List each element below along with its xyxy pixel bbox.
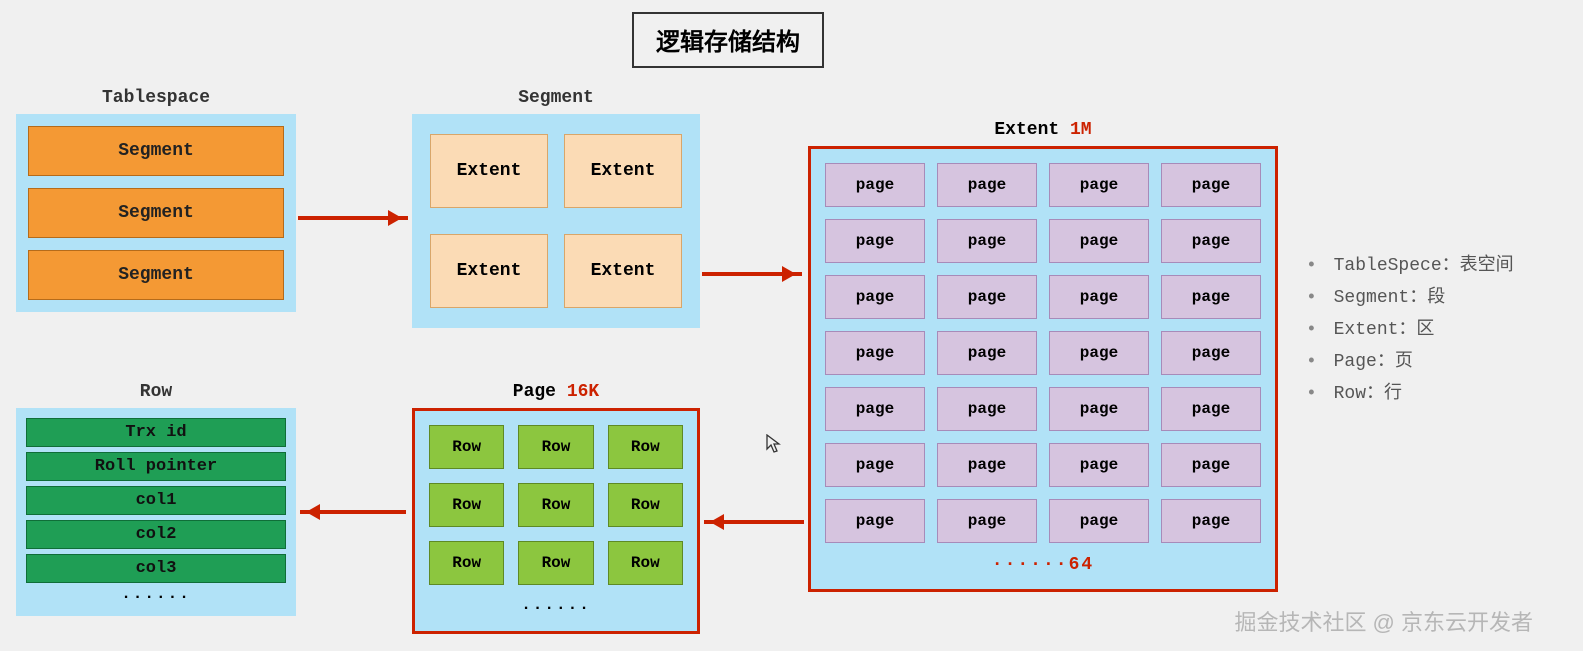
segment-box: Segment <box>28 188 284 238</box>
extent-group: Extent 1M pagepagepagepagepagepagepagepa… <box>808 120 1278 592</box>
row-box: Row <box>608 541 683 585</box>
page-box: page <box>1049 331 1149 375</box>
page-box: page <box>1049 499 1149 543</box>
row-field: col3 <box>26 554 286 583</box>
page-box: page <box>1161 163 1261 207</box>
page-title: Page 16K <box>412 382 700 402</box>
extent-box: Extent <box>430 234 548 308</box>
page-box: page <box>1161 443 1261 487</box>
page-box: page <box>937 275 1037 319</box>
row-box: Row <box>429 483 504 527</box>
legend-item: TableSpece：表空间 <box>1306 250 1514 276</box>
legend-item: Extent：区 <box>1306 314 1514 340</box>
row-body: Trx id Roll pointer col1 col2 col3 ·····… <box>16 408 296 616</box>
row-box: Row <box>518 425 593 469</box>
row-label: Row <box>16 382 296 402</box>
page-box: page <box>1161 499 1261 543</box>
page-body: Row Row Row Row Row Row Row Row Row ······ <box>412 408 700 634</box>
page-box: page <box>937 387 1037 431</box>
page-box: page <box>1049 443 1149 487</box>
row-field: col1 <box>26 486 286 515</box>
row-box: Row <box>608 425 683 469</box>
row-field: Trx id <box>26 418 286 447</box>
row-box: Row <box>518 541 593 585</box>
segment-label: Segment <box>412 88 700 108</box>
segment-group: Segment Extent Extent Extent Extent <box>412 88 700 328</box>
extent-box: Extent <box>430 134 548 208</box>
page-box: page <box>1049 163 1149 207</box>
page-box: page <box>1161 219 1261 263</box>
page-box: page <box>825 387 925 431</box>
page-box: page <box>1161 275 1261 319</box>
row-box: Row <box>608 483 683 527</box>
page-box: page <box>825 331 925 375</box>
arrow-extent-to-page <box>704 520 804 524</box>
row-box: Row <box>429 541 504 585</box>
page-box: page <box>825 219 925 263</box>
page-size: 16K <box>567 382 599 402</box>
page-group: Page 16K Row Row Row Row Row Row Row Row Row ····… <box>412 382 700 634</box>
page-ellipsis: ······ <box>429 599 683 617</box>
diagram-title: 逻辑存储结构 <box>632 12 824 68</box>
extent-box: Extent <box>564 134 682 208</box>
arrow-segment-to-extent <box>702 272 802 276</box>
legend: TableSpece：表空间 Segment：段 Extent：区 Page：页… <box>1306 250 1514 410</box>
extent-title-label: Extent <box>994 120 1059 140</box>
page-box: page <box>937 163 1037 207</box>
page-box: page <box>825 443 925 487</box>
page-title-label: Page <box>513 382 556 402</box>
page-box: page <box>825 499 925 543</box>
arrow-tablespace-to-segment <box>298 216 408 220</box>
arrow-page-to-row <box>300 510 406 514</box>
row-box: Row <box>518 483 593 527</box>
tablespace-group: Tablespace Segment Segment Segment <box>16 88 296 312</box>
segment-box: Segment <box>28 250 284 300</box>
page-box: page <box>825 275 925 319</box>
page-box: page <box>937 219 1037 263</box>
page-box: page <box>937 443 1037 487</box>
page-box: page <box>1049 219 1149 263</box>
legend-item: Row：行 <box>1306 378 1514 404</box>
row-field: Roll pointer <box>26 452 286 481</box>
page-box: page <box>1161 331 1261 375</box>
page-box: page <box>825 163 925 207</box>
legend-item: Page：页 <box>1306 346 1514 372</box>
tablespace-body: Segment Segment Segment <box>16 114 296 312</box>
row-field: col2 <box>26 520 286 549</box>
page-box: page <box>1049 387 1149 431</box>
extent-title: Extent 1M <box>808 120 1278 140</box>
row-ellipsis: ······ <box>26 588 286 606</box>
legend-item: Segment：段 <box>1306 282 1514 308</box>
extent-box: Extent <box>564 234 682 308</box>
page-box: page <box>1161 387 1261 431</box>
watermark: 掘金技术社区 @ 京东云开发者 <box>1234 605 1533 637</box>
segment-box: Segment <box>28 126 284 176</box>
page-box: page <box>937 331 1037 375</box>
row-group: Row Trx id Roll pointer col1 col2 col3 ·… <box>16 382 296 616</box>
row-box: Row <box>429 425 504 469</box>
segment-body: Extent Extent Extent Extent <box>412 114 700 328</box>
extent-size: 1M <box>1070 120 1092 140</box>
tablespace-label: Tablespace <box>16 88 296 108</box>
cursor-icon <box>766 434 782 460</box>
page-box: page <box>937 499 1037 543</box>
extent-body: page page page page page page page page page page… <box>808 146 1278 592</box>
extent-ellipsis: ······64 <box>825 555 1261 575</box>
page-box: page <box>1049 275 1149 319</box>
